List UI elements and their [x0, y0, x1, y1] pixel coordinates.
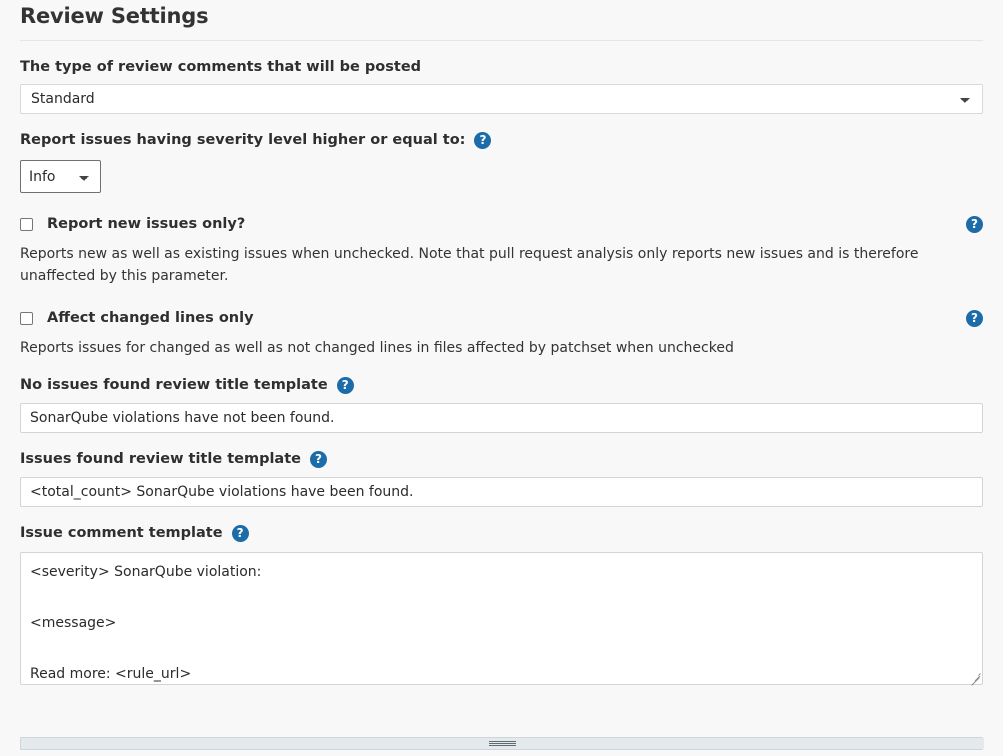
- changed-lines-only-checkbox[interactable]: [20, 311, 33, 325]
- severity-select[interactable]: Info: [20, 160, 101, 193]
- changed-lines-only-label[interactable]: Affect changed lines only: [47, 309, 254, 327]
- changed-lines-only-control: Affect changed lines only: [20, 309, 254, 327]
- no-issues-title-label-row: No issues found review title template ?: [20, 375, 983, 395]
- no-issues-title-field: No issues found review title template ?: [20, 375, 983, 433]
- review-settings-page: Review Settings The type of review comme…: [0, 0, 1003, 686]
- issues-found-title-label: Issues found review title template: [20, 451, 301, 467]
- help-icon-issues-found-title[interactable]: ?: [309, 450, 327, 468]
- comment-type-label: The type of review comments that will be…: [20, 59, 422, 75]
- issue-comment-label: Issue comment template: [20, 525, 223, 541]
- new-issues-only-checkbox[interactable]: [20, 217, 33, 231]
- new-issues-only-description: Reports new as well as existing issues w…: [20, 246, 919, 284]
- comment-type-field: The type of review comments that will be…: [20, 57, 983, 114]
- scrollbar-grip-icon: [489, 741, 516, 746]
- new-issues-only-row: Report new issues only? ?: [20, 215, 983, 233]
- issue-comment-textarea[interactable]: [20, 552, 983, 685]
- severity-label: Report issues having severity level high…: [20, 132, 466, 148]
- issues-found-title-input[interactable]: [20, 477, 983, 507]
- help-icon-severity[interactable]: ?: [474, 131, 492, 149]
- help-icon-changed-lines-only[interactable]: ?: [966, 309, 983, 327]
- help-icon-no-issues-title[interactable]: ?: [336, 376, 354, 394]
- severity-label-row: Report issues having severity level high…: [20, 130, 983, 150]
- horizontal-scrollbar[interactable]: [20, 737, 984, 750]
- help-icon-issue-comment[interactable]: ?: [231, 524, 249, 542]
- no-issues-title-label: No issues found review title template: [20, 377, 328, 393]
- changed-lines-only-row: Affect changed lines only ?: [20, 309, 983, 327]
- help-icon-new-issues-only[interactable]: ?: [966, 215, 983, 233]
- title-divider: [20, 40, 983, 41]
- no-issues-title-input[interactable]: [20, 403, 983, 433]
- issue-comment-label-row: Issue comment template ?: [20, 523, 983, 543]
- changed-lines-only-description: Reports issues for changed as well as no…: [20, 340, 734, 356]
- page-title: Review Settings: [20, 4, 209, 28]
- issue-comment-field: Issue comment template ?: [20, 523, 983, 686]
- new-issues-only-control: Report new issues only?: [20, 215, 245, 233]
- issues-found-title-label-row: Issues found review title template ?: [20, 449, 983, 469]
- issue-comment-textarea-wrap: [20, 552, 983, 686]
- horizontal-scrollbar-thumb[interactable]: [21, 738, 984, 749]
- comment-type-select[interactable]: Standard: [20, 84, 983, 114]
- issues-found-title-field: Issues found review title template ?: [20, 449, 983, 507]
- severity-field: Report issues having severity level high…: [20, 130, 983, 193]
- new-issues-only-label[interactable]: Report new issues only?: [47, 215, 245, 233]
